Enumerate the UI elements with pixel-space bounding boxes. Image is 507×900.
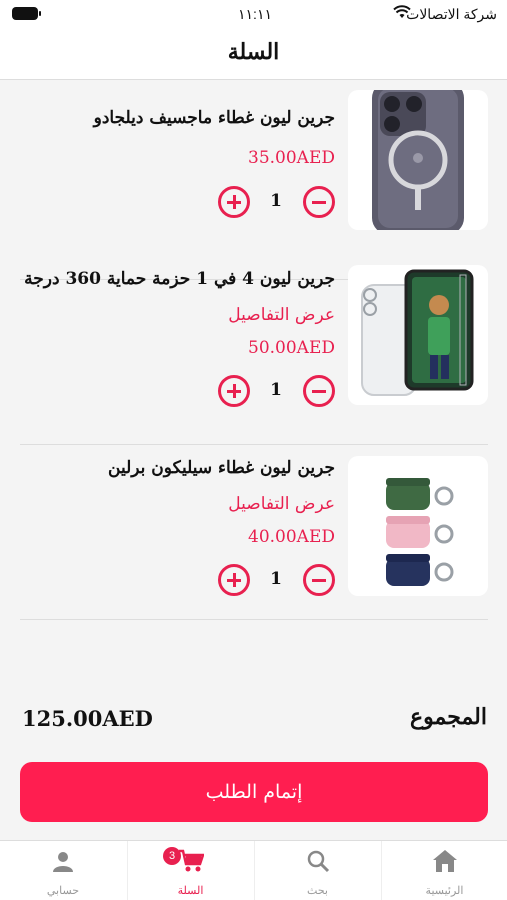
quantity-value: 1	[270, 191, 282, 211]
decrease-quantity-button[interactable]	[303, 375, 335, 407]
product-price: 40.00AED	[248, 527, 335, 547]
cart-count-badge: 3	[163, 847, 181, 865]
user-icon	[51, 849, 75, 878]
view-details-link[interactable]: عرض التفاصيل	[228, 305, 335, 325]
tab-label: حسابي	[46, 885, 80, 897]
minus-icon	[312, 200, 326, 204]
decrease-quantity-button[interactable]	[303, 186, 335, 218]
tab-search[interactable]: بحث	[254, 841, 380, 900]
carrier-name: شركة الاتصالات	[406, 6, 497, 22]
bottom-tab-bar: حسابي 3 السلة بحث الرئيسية	[0, 840, 507, 900]
quantity-value: 1	[270, 380, 282, 400]
status-bar: ١١:١١ ص شركة الاتصالات	[0, 0, 507, 39]
tab-cart[interactable]: 3 السلة	[127, 841, 253, 900]
page-header: السلة	[0, 30, 507, 80]
cart-item: جرين ليون 4 في 1 حزمة حماية 360 درجة عرض…	[20, 255, 488, 445]
product-name[interactable]: جرين ليون غطاء ماجسيف ديلجادو	[94, 108, 335, 128]
home-icon	[432, 849, 458, 878]
search-icon	[306, 849, 330, 878]
checkout-button[interactable]: إتمام الطلب	[20, 762, 488, 822]
total-label: المجموع	[410, 704, 487, 730]
total-value: 125.00AED	[22, 706, 153, 731]
tab-label: بحث	[307, 885, 328, 897]
product-name[interactable]: جرين ليون غطاء سيليكون برلين	[108, 458, 335, 478]
decrease-quantity-button[interactable]	[303, 564, 335, 596]
increase-quantity-button[interactable]	[218, 375, 250, 407]
cart-item: جرين ليون غطاء ماجسيف ديلجادو 35.00AED 1	[20, 90, 488, 280]
view-details-link[interactable]: عرض التفاصيل	[228, 494, 335, 514]
tab-account[interactable]: حسابي	[0, 841, 126, 900]
quantity-value: 1	[270, 569, 282, 589]
cart-item: جرين ليون غطاء سيليكون برلين عرض التفاصي…	[20, 430, 488, 620]
battery-icon	[12, 7, 41, 20]
product-image[interactable]	[348, 265, 488, 405]
increase-quantity-button[interactable]	[218, 186, 250, 218]
tab-label: الرئيسية	[425, 885, 464, 897]
product-price: 35.00AED	[248, 148, 335, 168]
page-title: السلة	[227, 39, 280, 65]
increase-quantity-button[interactable]	[218, 564, 250, 596]
cart-icon	[178, 849, 205, 878]
tab-label: السلة	[177, 885, 204, 897]
product-image[interactable]	[348, 456, 488, 596]
product-price: 50.00AED	[248, 338, 335, 358]
minus-icon	[312, 578, 326, 582]
product-name[interactable]: جرين ليون 4 في 1 حزمة حماية 360 درجة	[24, 269, 335, 289]
tab-home[interactable]: الرئيسية	[381, 841, 507, 900]
product-image[interactable]	[348, 90, 488, 230]
minus-icon	[312, 389, 326, 393]
